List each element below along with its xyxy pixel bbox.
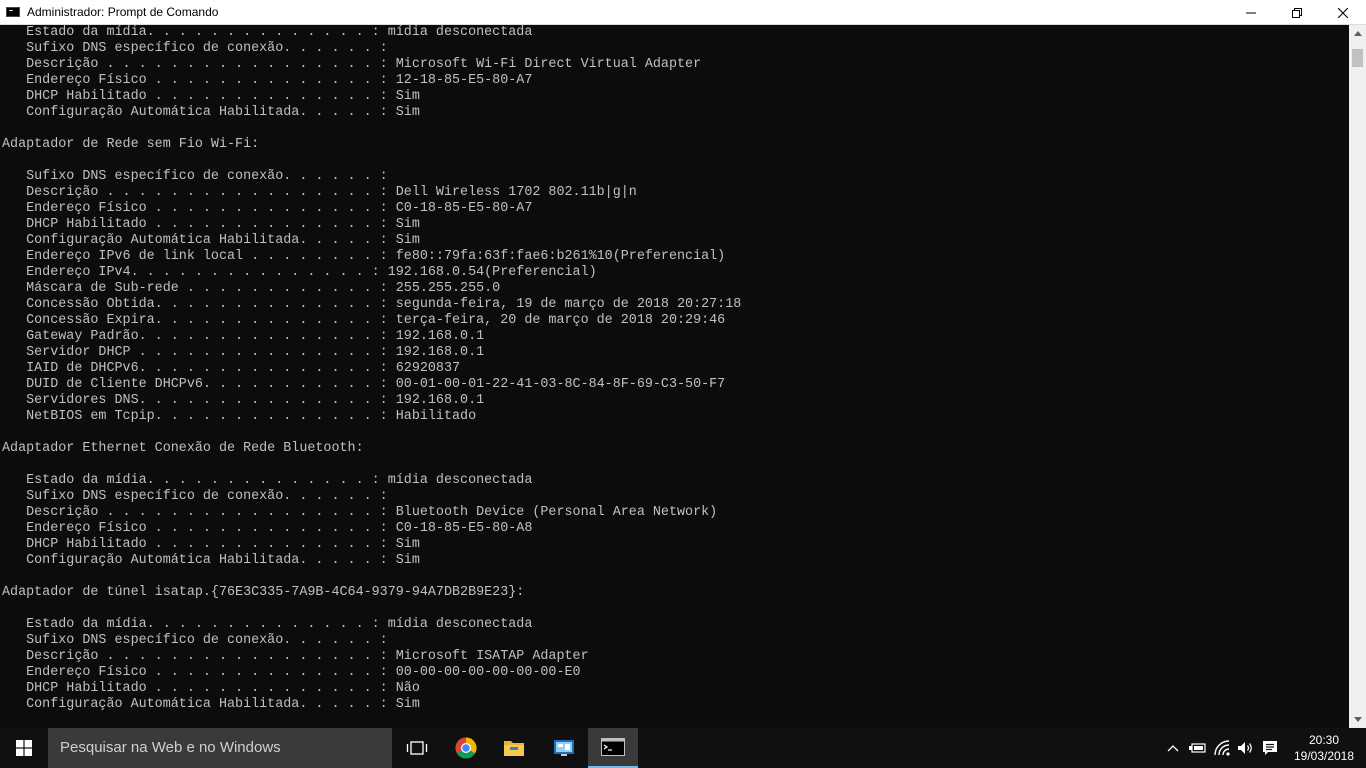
console-line: Endereço Físico . . . . . . . . . . . . …	[2, 201, 533, 216]
chevron-up-icon	[1167, 745, 1179, 752]
console-line: Sufixo DNS específico de conexão. . . . …	[2, 41, 388, 56]
console-line: DHCP Habilitado . . . . . . . . . . . . …	[2, 537, 420, 552]
windows-logo-icon	[16, 740, 32, 756]
close-button[interactable]	[1320, 0, 1366, 25]
chevron-down-icon	[1353, 717, 1362, 722]
console-line: Servidor DHCP . . . . . . . . . . . . . …	[2, 345, 485, 360]
search-placeholder: Pesquisar na Web e no Windows	[60, 739, 281, 756]
folder-icon	[504, 741, 524, 756]
scroll-down-button[interactable]	[1349, 711, 1366, 728]
vertical-scrollbar[interactable]	[1349, 25, 1366, 728]
action-center-button[interactable]	[1258, 728, 1282, 768]
clock-date: 19/03/2018	[1293, 749, 1355, 763]
console-line: Descrição . . . . . . . . . . . . . . . …	[2, 505, 718, 520]
clock-time: 20:30	[1308, 733, 1340, 747]
console-line: Sufixo DNS específico de conexão. . . . …	[2, 633, 388, 648]
notification-icon	[1263, 741, 1277, 755]
scroll-up-button[interactable]	[1349, 25, 1366, 42]
maximize-button[interactable]	[1274, 0, 1320, 25]
speaker-icon	[1238, 742, 1252, 754]
chrome-icon	[455, 737, 477, 759]
console-line: Concessão Obtida. . . . . . . . . . . . …	[2, 297, 742, 312]
taskbar: Pesquisar na Web e no Windows 20:30 19/0…	[0, 728, 1366, 768]
console-line: Configuração Automática Habilitada. . . …	[2, 553, 420, 568]
console-line: Endereço Físico . . . . . . . . . . . . …	[2, 73, 533, 88]
taskbar-clock[interactable]: 20:30 19/03/2018	[1282, 732, 1366, 764]
minimize-icon	[1246, 12, 1256, 13]
console-line: Descrição . . . . . . . . . . . . . . . …	[2, 649, 589, 664]
chevron-up-icon	[1353, 31, 1362, 36]
console-line: Gateway Padrão. . . . . . . . . . . . . …	[2, 329, 485, 344]
control-panel-taskbar-button[interactable]	[539, 728, 589, 768]
console-line: DHCP Habilitado . . . . . . . . . . . . …	[2, 89, 420, 104]
console-line: Configuração Automática Habilitada. . . …	[2, 697, 420, 712]
title-bar[interactable]: Administrador: Prompt de Comando	[0, 0, 1366, 25]
console-line: Configuração Automática Habilitada. . . …	[2, 105, 420, 120]
console-line: Máscara de Sub-rede . . . . . . . . . . …	[2, 281, 501, 296]
volume-tray-button[interactable]	[1235, 728, 1257, 768]
battery-icon	[1189, 743, 1206, 753]
wifi-tray-button[interactable]	[1210, 728, 1234, 768]
control-panel-icon	[554, 740, 574, 756]
task-view-icon	[406, 741, 428, 755]
file-explorer-taskbar-button[interactable]	[489, 728, 539, 768]
console-line: Endereço IPv6 de link local . . . . . . …	[2, 249, 726, 264]
console-line: Adaptador de Rede sem Fio Wi-Fi:	[2, 137, 260, 152]
console-line: Endereço Físico . . . . . . . . . . . . …	[2, 521, 533, 536]
command-prompt-taskbar-button[interactable]	[588, 728, 638, 768]
console-line: Sufixo DNS específico de conexão. . . . …	[2, 489, 388, 504]
battery-tray-button[interactable]	[1186, 728, 1208, 768]
window-title: Administrador: Prompt de Comando	[27, 5, 219, 19]
command-prompt-icon	[601, 738, 625, 756]
start-button[interactable]	[0, 728, 48, 768]
scrollbar-thumb[interactable]	[1352, 49, 1363, 67]
console-output[interactable]: Estado da mídia. . . . . . . . . . . . .…	[0, 25, 1349, 728]
console-line: Adaptador de túnel isatap.{76E3C335-7A9B…	[2, 585, 525, 600]
console-line: IAID de DHCPv6. . . . . . . . . . . . . …	[2, 361, 461, 376]
console-line: Configuração Automática Habilitada. . . …	[2, 233, 420, 248]
restore-icon	[1292, 7, 1302, 18]
chrome-taskbar-button[interactable]	[441, 728, 491, 768]
close-icon	[1338, 7, 1348, 18]
console-line: DHCP Habilitado . . . . . . . . . . . . …	[2, 681, 420, 696]
console-line: Concessão Expira. . . . . . . . . . . . …	[2, 313, 726, 328]
show-hidden-icons-button[interactable]	[1164, 728, 1182, 768]
console-line: Endereço Físico . . . . . . . . . . . . …	[2, 665, 581, 680]
taskbar-search-box[interactable]: Pesquisar na Web e no Windows	[48, 728, 392, 768]
task-view-button[interactable]	[392, 728, 442, 768]
minimize-button[interactable]	[1228, 0, 1274, 25]
console-line: Descrição . . . . . . . . . . . . . . . …	[2, 57, 702, 72]
console-line: Estado da mídia. . . . . . . . . . . . .…	[2, 25, 533, 40]
console-line: Estado da mídia. . . . . . . . . . . . .…	[2, 473, 533, 488]
console-line: NetBIOS em Tcpip. . . . . . . . . . . . …	[2, 409, 477, 424]
console-line: Descrição . . . . . . . . . . . . . . . …	[2, 185, 637, 200]
wifi-icon	[1214, 740, 1230, 756]
cmd-app-icon[interactable]	[6, 7, 20, 17]
console-line: Servidores DNS. . . . . . . . . . . . . …	[2, 393, 485, 408]
console-line: DUID de Cliente DHCPv6. . . . . . . . . …	[2, 377, 726, 392]
console-line: Estado da mídia. . . . . . . . . . . . .…	[2, 617, 533, 632]
console-lines: Estado da mídia. . . . . . . . . . . . .…	[0, 25, 1349, 713]
console-line: Sufixo DNS específico de conexão. . . . …	[2, 169, 388, 184]
console-line: DHCP Habilitado . . . . . . . . . . . . …	[2, 217, 420, 232]
console-line: Adaptador Ethernet Conexão de Rede Bluet…	[2, 441, 364, 456]
console-line: Endereço IPv4. . . . . . . . . . . . . .…	[2, 265, 597, 280]
